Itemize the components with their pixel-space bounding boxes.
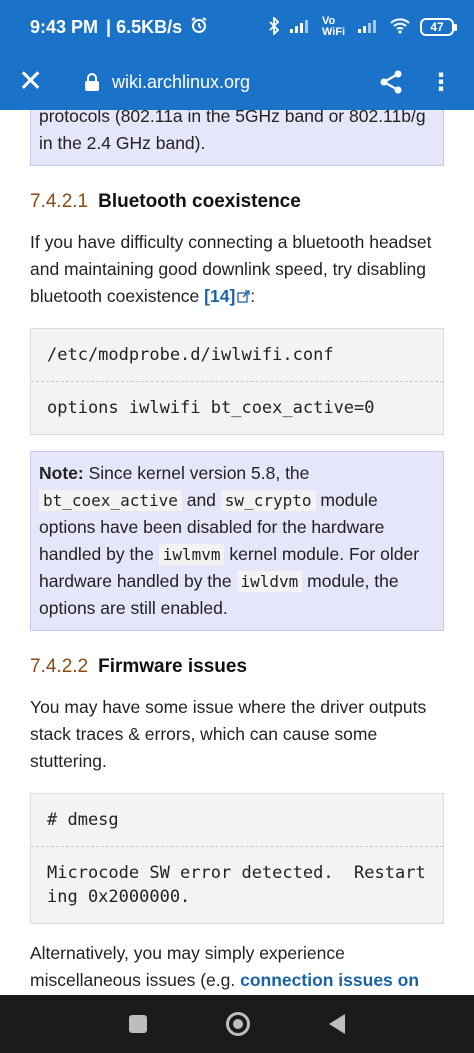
signal-icon-2 [358, 19, 380, 36]
code-output-line1: Microcode SW error detected. Restart [47, 863, 426, 883]
section-heading-firmware: 7.4.2.2 Firmware issues [30, 653, 444, 680]
section-title: Firmware issues [98, 656, 248, 677]
prev-note-line1: protocols (802.11a in the 5GHz band or 8… [39, 110, 426, 126]
section-number: 7.4.2.2 [30, 656, 89, 677]
section-number: 7.4.2.1 [30, 191, 89, 212]
vowifi-label: Vo WiFi [322, 15, 346, 38]
lock-icon[interactable] [84, 73, 102, 91]
status-right: Vo WiFi 47 [268, 15, 457, 38]
code-output: Microcode SW error detected. Restart ing… [31, 847, 443, 923]
previous-note-box: protocols (802.11a in the 5GHz band or 8… [30, 110, 444, 166]
inline-code: iwldvm [236, 571, 303, 592]
code-command: # dmesg [47, 810, 119, 830]
inline-code: sw_crypto [220, 490, 316, 511]
clock: 9:43 PM [30, 16, 99, 37]
section-title: Bluetooth coexistence [98, 191, 301, 212]
inline-code: bt_coex_active [39, 490, 182, 511]
code-block-modprobe: /etc/modprobe.d/iwlwifi.conf options iwl… [30, 328, 444, 435]
code-block-dmesg: # dmesg Microcode SW error detected. Res… [30, 793, 444, 924]
share-icon[interactable] [374, 69, 408, 95]
code-filename: /etc/modprobe.d/iwlwifi.conf [47, 345, 334, 365]
inline-code: iwlmvm [158, 544, 225, 565]
status-left: 9:43 PM | 6.5KB/s [30, 16, 208, 39]
bluetooth-paragraph: If you have difficulty connecting a blue… [30, 232, 432, 306]
more-options-icon[interactable]: ⋮ [426, 68, 456, 97]
prev-note-line2: in the 2.4 GHz band). [39, 133, 206, 153]
alternative-paragraph: Alternatively, you may simply experience… [30, 940, 444, 995]
section-heading-bluetooth: 7.4.2.1 Bluetooth coexistence [30, 188, 444, 215]
back-button[interactable] [328, 1014, 345, 1034]
system-nav-bar [0, 995, 474, 1053]
article-content: protocols (802.11a in the 5GHz band or 8… [0, 110, 474, 995]
firmware-paragraph: You may have some issue where the driver… [30, 697, 427, 771]
code-line: options iwlwifi bt_coex_active=0 [47, 398, 375, 418]
code-output-line2: ing 0x2000000. [47, 887, 191, 907]
reference-link[interactable]: [14] [204, 286, 235, 306]
external-link-icon[interactable] [237, 284, 250, 303]
note-label: Note: [39, 463, 84, 483]
close-icon[interactable]: ✕ [18, 67, 54, 97]
url-text[interactable]: wiki.archlinux.org [112, 72, 374, 93]
home-button[interactable] [225, 1012, 250, 1036]
alarm-icon [190, 16, 208, 39]
signal-icon [290, 19, 312, 36]
battery-icon: 47 [420, 18, 457, 36]
status-bar: 9:43 PM | 6.5KB/s Vo WiFi 47 [0, 0, 474, 54]
bluetooth-icon [268, 15, 280, 38]
kernel-note-box: Note: Since kernel version 5.8, the bt_c… [30, 451, 444, 631]
network-speed: | 6.5KB/s [106, 16, 183, 37]
recents-button[interactable] [129, 1015, 148, 1033]
browser-toolbar: ✕ wiki.archlinux.org ⋮ [0, 54, 474, 110]
wifi-icon [390, 17, 410, 37]
